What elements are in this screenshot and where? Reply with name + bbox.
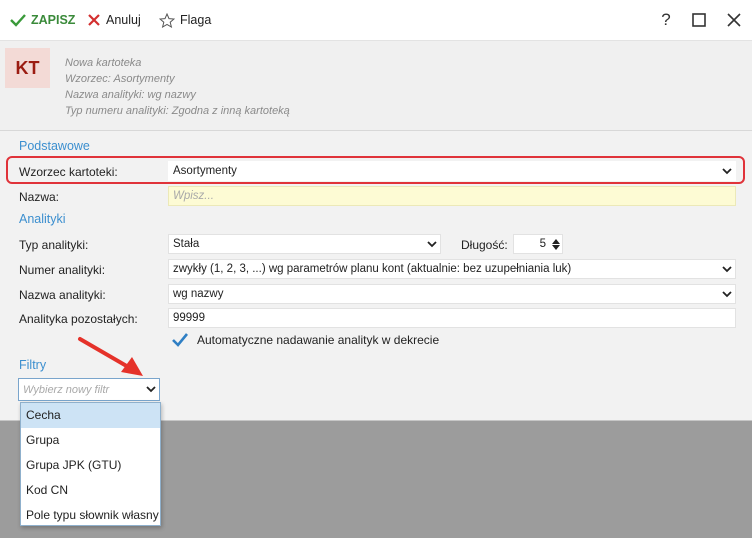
annotation-arrow-icon [78, 337, 143, 376]
